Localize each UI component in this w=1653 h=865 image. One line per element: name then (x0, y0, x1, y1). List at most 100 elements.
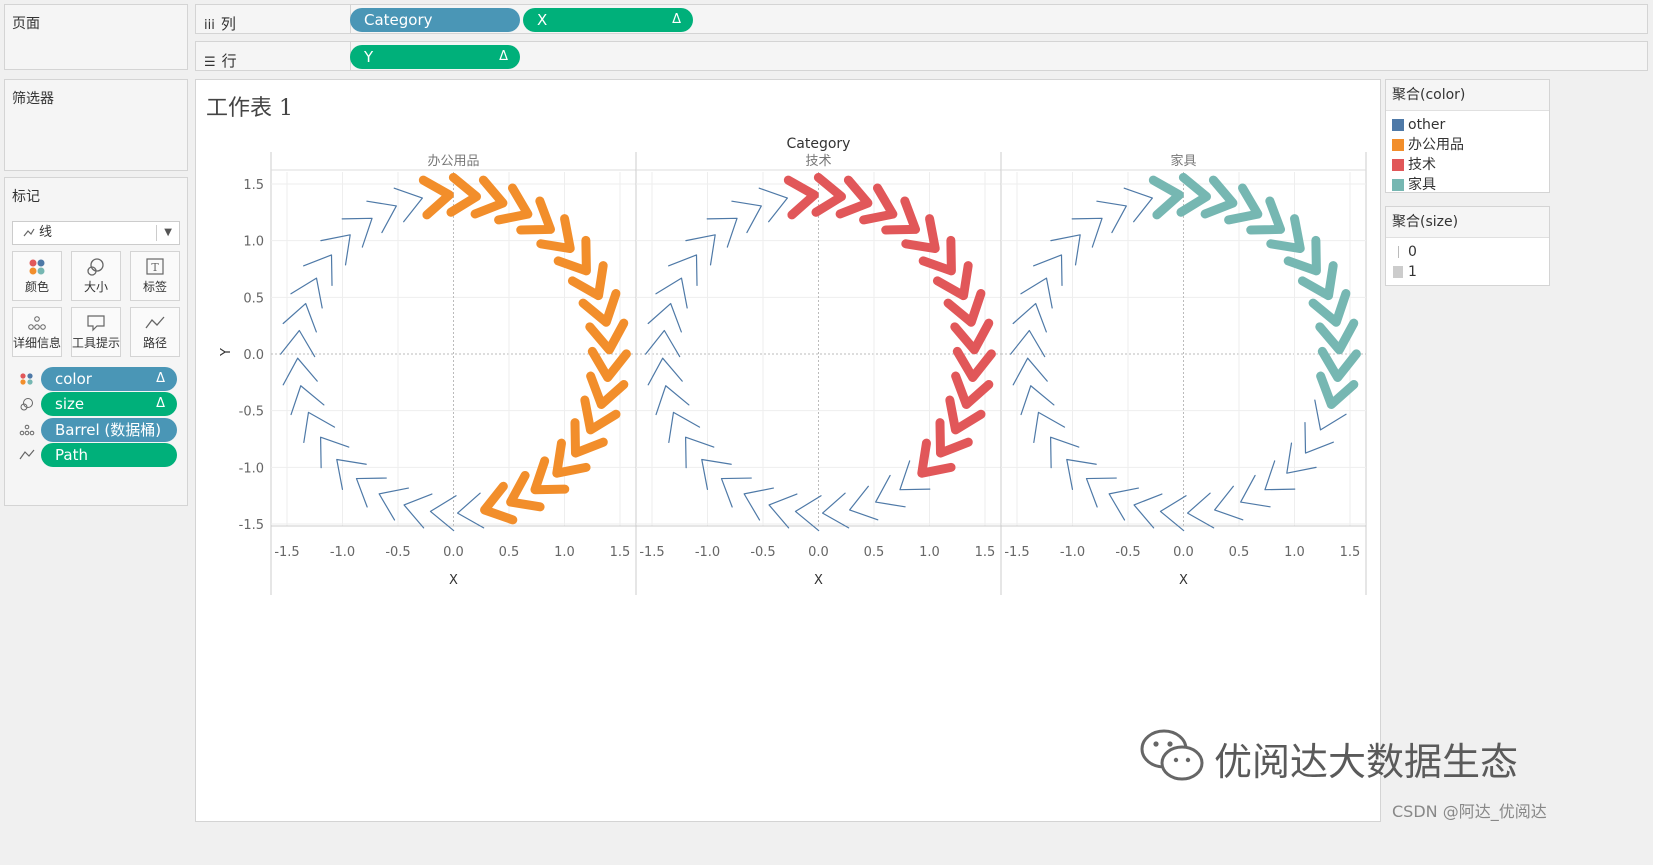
other-chevron (685, 234, 716, 266)
columns-shelf[interactable]: iii 列 Category XΔ (195, 4, 1648, 34)
size-button-label: 大小 (83, 280, 108, 294)
other-chevron (655, 277, 688, 309)
y-tick-label: -1.5 (239, 518, 264, 533)
path-icon (19, 449, 35, 460)
tooltip-button[interactable]: 工具提示 (71, 307, 121, 357)
mark-type-label: 线 (39, 225, 53, 240)
other-chevron (743, 487, 775, 521)
rows-shelf[interactable]: ☰ 行 YΔ (195, 41, 1648, 71)
legend-label: 1 (1408, 264, 1417, 280)
pages-panel[interactable]: 页面 (4, 4, 188, 70)
legend-item-size-1[interactable]: 1 (1386, 262, 1549, 282)
legend-label: 0 (1408, 244, 1417, 260)
label-button[interactable]: T 标签 (130, 251, 180, 301)
size-icon (87, 258, 104, 276)
x-tick-label: -1.5 (274, 545, 299, 560)
pill-label: size (55, 395, 85, 413)
size-legend[interactable]: 聚合(size) 0 1 (1385, 206, 1550, 286)
mark-field-barrel[interactable]: Barrel (数据桶) (19, 418, 179, 442)
columns-label: 列 (220, 15, 236, 33)
x-tick-label: -1.5 (1004, 545, 1029, 560)
other-chevron (701, 458, 732, 490)
other-chevron (1066, 458, 1097, 490)
x-tick-label: 1.5 (610, 545, 631, 560)
highlight-chevron (585, 318, 629, 355)
color-field-pill[interactable]: color Δ (41, 367, 177, 391)
other-chevron (1240, 474, 1271, 508)
highlight-chevron (587, 346, 631, 383)
path-button-label: 路径 (142, 336, 167, 350)
rows-icon: ☰ (204, 55, 216, 70)
size-field-pill[interactable]: size Δ (41, 392, 177, 416)
x-axis-title: X (1179, 573, 1188, 588)
y-tick-label: 0.5 (243, 291, 264, 306)
pages-title: 页面 (12, 16, 40, 32)
legend-label: 家具 (1408, 177, 1436, 193)
legend-item-other[interactable]: other (1386, 115, 1549, 135)
label-icon: T (146, 258, 164, 275)
rows-shelf-title: ☰ 行 (204, 50, 237, 71)
x-tick-label: -0.5 (385, 545, 410, 560)
other-chevron (1071, 217, 1103, 248)
filters-panel[interactable]: 筛选器 (4, 79, 188, 171)
y-tick-label: -0.5 (239, 405, 264, 420)
pill-label: Y (364, 48, 374, 66)
x-tick-label: -1.0 (1060, 545, 1085, 560)
y-row-pill[interactable]: YΔ (350, 45, 520, 69)
color-legend[interactable]: 聚合(color) other 办公用品 技术 家具 (1385, 79, 1550, 193)
delta-icon: Δ (499, 49, 508, 64)
other-chevron (706, 217, 738, 248)
other-chevron (1264, 460, 1296, 491)
color-icon (29, 259, 45, 275)
mark-field-color[interactable]: color Δ (19, 367, 179, 391)
detail-icon (28, 316, 46, 330)
color-icon (20, 373, 33, 385)
other-chevron (1159, 495, 1187, 532)
csdn-credit: CSDN @阿达_优阅达 (1392, 802, 1547, 821)
highlight-chevron (950, 318, 994, 355)
y-axis-title: Y (219, 348, 234, 357)
mark-field-size[interactable]: size Δ (19, 392, 179, 416)
other-chevron (1096, 200, 1127, 234)
color-button[interactable]: 颜色 (12, 251, 62, 301)
legend-item-office[interactable]: 办公用品 (1386, 135, 1549, 155)
other-chevron (378, 487, 410, 521)
x-tick-label: 1.0 (919, 545, 940, 560)
mark-type-dropdown[interactable]: 线 ▼ (12, 221, 180, 245)
size-icon (20, 398, 33, 411)
other-chevron (341, 217, 373, 248)
x-tick-label: 1.5 (975, 545, 996, 560)
size-button[interactable]: 大小 (71, 251, 121, 301)
color-legend-title: 聚合(color) (1386, 80, 1549, 111)
other-chevron (685, 436, 715, 469)
path-button[interactable]: 路径 (130, 307, 180, 357)
y-tick-label: -1.0 (239, 461, 264, 476)
x-column-pill[interactable]: XΔ (523, 8, 693, 32)
other-chevron (1085, 477, 1117, 508)
pill-label: X (537, 11, 548, 29)
other-chevron (303, 411, 336, 444)
legend-item-tech[interactable]: 技术 (1386, 155, 1549, 175)
mark-field-path[interactable]: Path (19, 443, 179, 467)
worksheet: 工作表 1 Category Y 1.5 1.0 0.5 0.0 -0.5 -1.0 -1.5 办… (195, 79, 1381, 822)
other-chevron (1033, 411, 1066, 444)
legend-item-size-0[interactable]: 0 (1386, 242, 1549, 262)
barrel-field-pill[interactable]: Barrel (数据桶) (41, 418, 177, 442)
highlight-chevron (1315, 318, 1359, 355)
panel-header-label: 办公用品 (427, 154, 479, 169)
detail-button[interactable]: 详细信息 (12, 307, 62, 357)
other-chevron (282, 357, 318, 386)
legend-item-furniture[interactable]: 家具 (1386, 175, 1549, 195)
path-field-pill[interactable]: Path (41, 443, 177, 467)
other-chevron (336, 458, 367, 490)
wechat-icon (1140, 729, 1204, 781)
category-column-pill[interactable]: Category (350, 8, 520, 32)
x-axis-title: X (814, 573, 823, 588)
other-chevron (1050, 436, 1080, 469)
marks-panel: 标记 线 ▼ 颜色 大小 T 标签 详细信息 工具提示 路径 color Δ si… (4, 177, 188, 506)
chart: Category Y 1.5 1.0 0.5 0.0 -0.5 -1.0 -1.5 办公用品 -1.… (219, 136, 1367, 595)
other-chevron (457, 492, 485, 529)
other-chevron (875, 474, 906, 508)
panel-header-label: 家具 (1170, 153, 1196, 169)
other-chevron (822, 492, 850, 529)
